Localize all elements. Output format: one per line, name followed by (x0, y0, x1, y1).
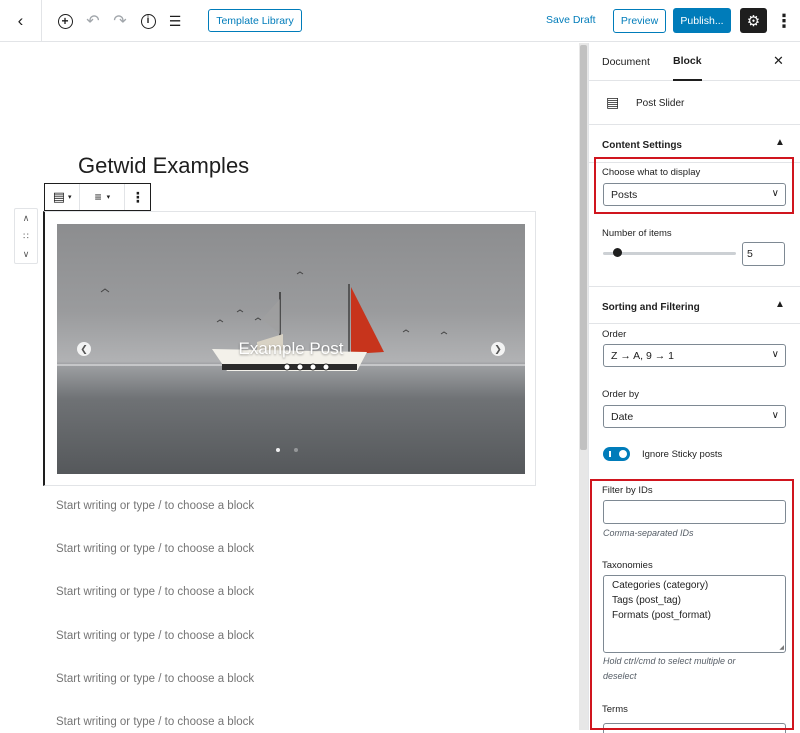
publish-button[interactable]: Publish... (673, 8, 731, 33)
redo-icon: ↷ (113, 13, 127, 30)
empty-block-placeholder[interactable]: Start writing or type / to choose a bloc… (56, 716, 254, 728)
slide-caption[interactable]: Example Post (57, 339, 525, 359)
panel-title: Sorting and Filtering (602, 302, 700, 313)
undo-icon: ↶ (86, 13, 100, 30)
editor-canvas: Getwid Examples ▤ ▾ ≡ ▾ ⋮ ∧ ∷ ∨ Example … (0, 43, 579, 730)
chevron-up-icon: ▲ (775, 137, 785, 148)
chevron-right-icon: ❯ (494, 343, 502, 354)
slider-prev-button[interactable]: ❮ (77, 342, 91, 356)
toggle-on-mark (609, 451, 611, 457)
editor-header: ‹ + ↶ ↷ i ☰ Template Library Save Draft … (0, 0, 800, 42)
close-sidebar-button[interactable]: ✕ (773, 53, 784, 69)
plus-icon: + (57, 13, 73, 29)
chevron-down-icon: ∨ (771, 349, 779, 360)
slider-dots (276, 448, 298, 452)
post-slider-icon: ▤ (606, 94, 620, 110)
align-center-icon: ≡ (94, 190, 102, 204)
order-label: Order (602, 329, 627, 340)
chevron-up-icon: ▲ (775, 299, 785, 310)
back-button[interactable]: ‹ (0, 0, 42, 42)
ignore-sticky-label: Ignore Sticky posts (642, 449, 723, 460)
empty-block-placeholder[interactable]: Start writing or type / to choose a bloc… (56, 673, 254, 685)
outline-button[interactable]: ☰ (164, 10, 186, 32)
sorting-panel-toggle[interactable]: Sorting and Filtering ▲ (589, 286, 800, 324)
slider-dot[interactable] (276, 448, 280, 452)
add-block-button[interactable]: + (54, 10, 76, 32)
items-number-input[interactable]: 5 (742, 242, 785, 266)
more-options-button[interactable]: ⋮ (775, 9, 793, 33)
tab-block[interactable]: Block (673, 43, 702, 81)
drag-handle-icon[interactable]: ∷ (23, 231, 29, 242)
order-select-value: Z → A, 9 → 1 (611, 349, 675, 362)
move-up-icon[interactable]: ∧ (23, 213, 30, 224)
template-library-button[interactable]: Template Library (208, 9, 302, 32)
settings-button[interactable]: ⚙ (740, 8, 767, 33)
caret-down-icon: ▾ (106, 194, 111, 201)
items-range-handle[interactable] (613, 248, 622, 257)
preview-button[interactable]: Preview (613, 9, 666, 33)
post-slider-icon: ▤ (52, 189, 66, 204)
vertical-dots-icon: ⋮ (775, 10, 793, 31)
save-draft-button[interactable]: Save Draft (546, 14, 596, 26)
block-card-title: Post Slider (636, 98, 685, 109)
empty-block-placeholder[interactable]: Start writing or type / to choose a bloc… (56, 586, 254, 598)
sidebar-tabs: Document Block ✕ (589, 43, 800, 81)
undo-button[interactable]: ↶ (82, 10, 104, 32)
block-card: ▤ Post Slider (589, 81, 800, 125)
tab-document[interactable]: Document (602, 43, 650, 81)
info-icon: i (140, 13, 156, 29)
orderby-label: Order by (602, 389, 639, 400)
block-more-options-button[interactable]: ⋮ (125, 184, 150, 210)
slider-next-button[interactable]: ❯ (491, 342, 505, 356)
empty-block-placeholder[interactable]: Start writing or type / to choose a bloc… (56, 630, 254, 642)
slider-dot[interactable] (294, 448, 298, 452)
chevron-left-icon: ❮ (80, 343, 88, 354)
block-type-switcher[interactable]: ▤ ▾ (45, 184, 81, 210)
chevron-down-icon: ∨ (771, 410, 779, 421)
order-select[interactable]: Z → A, 9 → 1 ∨ (603, 344, 786, 367)
post-slider-block[interactable]: Example Post ❮ ❯ (43, 211, 536, 486)
empty-block-placeholder[interactable]: Start writing or type / to choose a bloc… (56, 500, 254, 512)
post-title[interactable]: Getwid Examples (78, 153, 249, 179)
items-range-slider[interactable] (603, 252, 736, 255)
gear-icon: ⚙ (746, 12, 761, 30)
vertical-dots-icon: ⋮ (130, 188, 145, 205)
empty-block-placeholder[interactable]: Start writing or type / to choose a bloc… (56, 543, 254, 555)
annotation-highlight (594, 157, 794, 214)
editor-scrollbar[interactable] (579, 43, 588, 730)
close-icon: ✕ (773, 53, 784, 68)
block-mover: ∧ ∷ ∨ (14, 208, 38, 264)
panel-title: Content Settings (602, 140, 682, 151)
chevron-left-icon: ‹ (17, 11, 24, 30)
orderby-select[interactable]: Date ∨ (603, 405, 786, 428)
annotation-highlight (590, 479, 794, 730)
scroll-thumb[interactable] (580, 45, 587, 450)
list-icon: ☰ (168, 12, 182, 29)
items-label: Number of items (602, 228, 672, 239)
orderby-select-value: Date (611, 410, 634, 423)
toggle-knob (619, 450, 627, 458)
info-button[interactable]: i (137, 10, 159, 32)
alignment-button[interactable]: ≡ ▾ (80, 184, 126, 210)
move-down-icon[interactable]: ∨ (23, 249, 30, 260)
redo-button[interactable]: ↷ (109, 10, 131, 32)
caret-down-icon: ▾ (68, 194, 72, 201)
ignore-sticky-toggle[interactable] (603, 447, 630, 461)
block-toolbar: ▤ ▾ ≡ ▾ ⋮ (44, 183, 151, 211)
slide-image: Example Post ❮ ❯ (57, 224, 525, 474)
